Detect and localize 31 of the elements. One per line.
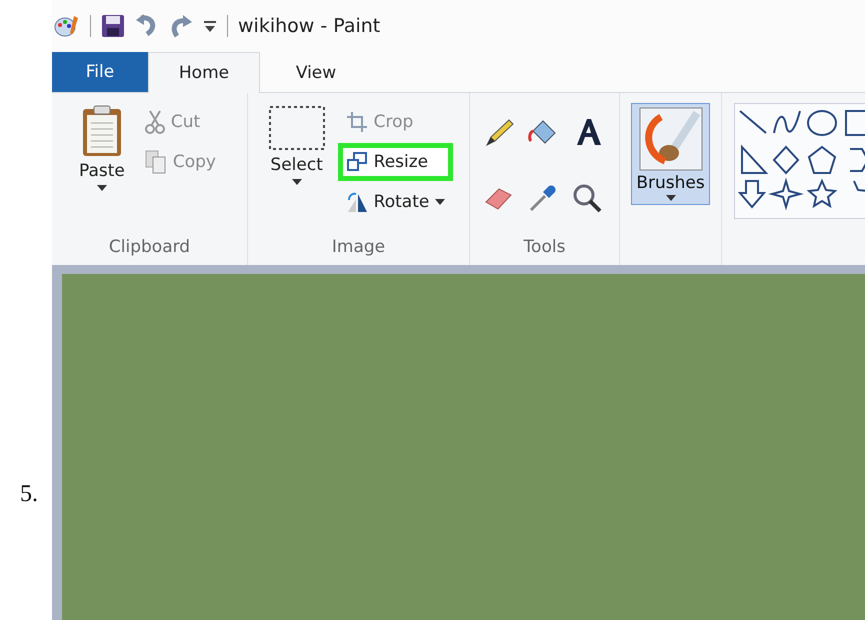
caret-icon xyxy=(666,195,676,201)
magnifier-icon[interactable] xyxy=(570,182,602,214)
crop-icon xyxy=(346,111,368,133)
group-label: Clipboard xyxy=(108,237,190,257)
paintbrush-icon xyxy=(638,107,702,171)
group-label: Image xyxy=(332,237,386,257)
file-menu-tab[interactable]: File xyxy=(52,52,148,92)
step-number: 5. xyxy=(20,481,38,508)
ribbon-tab[interactable]: Home xyxy=(148,52,260,93)
save-icon[interactable] xyxy=(101,14,125,38)
group-label: Tools xyxy=(524,237,566,257)
rotate-button[interactable]: Rotate xyxy=(338,183,454,221)
selection-icon xyxy=(268,105,326,151)
resize-icon xyxy=(346,151,368,173)
redo-icon[interactable] xyxy=(169,14,193,38)
window-title: wikihow - Paint xyxy=(238,15,380,37)
palette-icon[interactable] xyxy=(54,14,80,38)
shapes-gallery[interactable] xyxy=(734,103,865,219)
customize-dropdown-icon[interactable] xyxy=(203,18,217,34)
paste-button[interactable]: Paste xyxy=(74,103,129,193)
brushes-button[interactable]: Brushes xyxy=(631,103,710,205)
ribbon-tab[interactable]: View xyxy=(260,52,372,92)
rotate-icon xyxy=(346,191,368,213)
scissors-icon xyxy=(144,110,165,134)
clipboard-icon xyxy=(82,105,122,157)
caret-icon xyxy=(292,179,302,185)
resize-button[interactable]: Resize xyxy=(338,143,454,181)
caret-icon xyxy=(435,199,446,205)
copy-icon xyxy=(144,150,167,174)
select-button[interactable]: Select xyxy=(264,103,330,187)
caret-icon xyxy=(96,185,107,191)
